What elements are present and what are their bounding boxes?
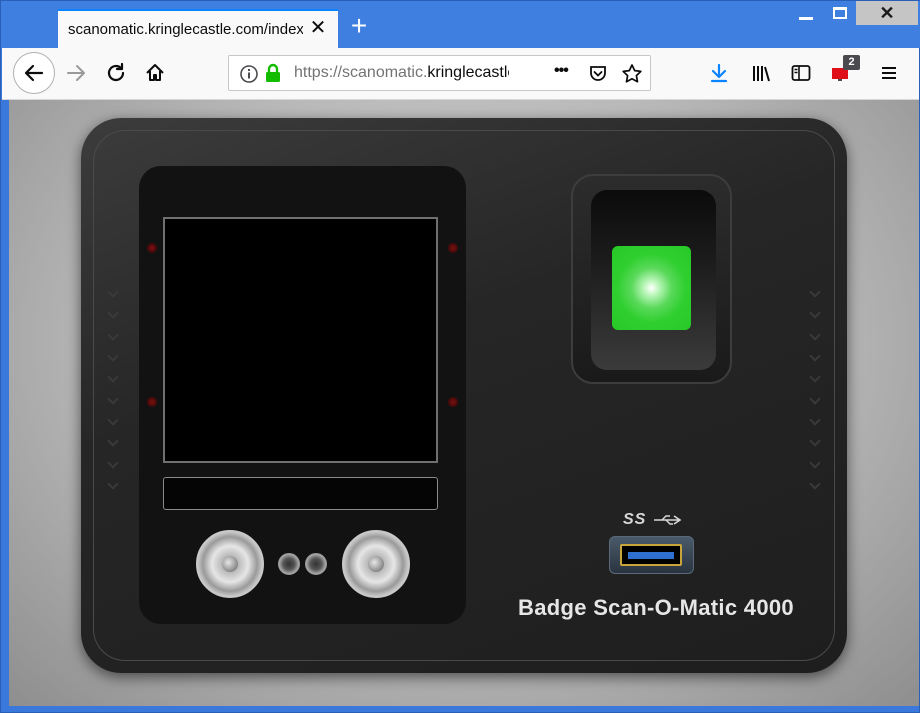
reload-icon (107, 62, 125, 82)
info-icon[interactable] (239, 64, 259, 84)
home-icon (146, 64, 164, 81)
url-prefix: https://scanomatic. (294, 64, 428, 81)
lock-icon[interactable] (264, 63, 282, 83)
forward-button[interactable] (59, 56, 93, 90)
usb-logo-text: SS (623, 511, 647, 528)
notification-count-badge: 2 (843, 55, 860, 70)
sidebar-button[interactable] (784, 56, 818, 90)
left-dial-button[interactable] (196, 530, 264, 598)
fingerprint-sensor[interactable] (612, 246, 691, 330)
usb-slot (620, 544, 682, 566)
small-button-left[interactable] (278, 553, 300, 575)
home-button[interactable] (138, 56, 172, 90)
reload-button[interactable] (99, 56, 133, 90)
usb-port[interactable] (609, 536, 694, 574)
forward-icon (67, 65, 85, 81)
library-icon (753, 66, 770, 82)
usb-superspeed-icon: SS (623, 511, 684, 529)
new-tab-button[interactable]: + (346, 12, 372, 40)
scanner-display-screen (163, 217, 438, 463)
tab-close-icon[interactable]: ✕ (308, 18, 328, 38)
led-indicator (448, 397, 458, 407)
maximize-icon (833, 7, 847, 19)
right-grip (809, 286, 821, 490)
download-icon (710, 63, 728, 83)
fingerprint-reader-housing (571, 174, 732, 384)
bookmark-star-icon[interactable] (621, 63, 643, 85)
scanner-message-bar (163, 477, 438, 510)
led-indicator (147, 243, 157, 253)
led-indicator (448, 243, 458, 253)
tab-scanomatic[interactable]: scanomatic.kringlecastle.com/index ✕ (58, 9, 338, 48)
tab-title: scanomatic.kringlecastle.com/index (68, 21, 303, 38)
downloads-button[interactable] (702, 56, 736, 90)
page-content: SS Badge Scan-O-Matic 4000 (9, 100, 919, 706)
sidebar-icon (791, 65, 811, 81)
url-host: kringlecastle.com/index.html (427, 64, 509, 81)
library-button[interactable] (744, 56, 778, 90)
url-text[interactable]: https://scanomatic.kringlecastle.com/ind… (294, 64, 509, 82)
back-icon (24, 64, 44, 82)
browser-window: scanomatic.kringlecastle.com/index ✕ + ✕… (0, 0, 920, 713)
device-label: Badge Scan-O-Matic 4000 (518, 595, 794, 620)
address-bar[interactable]: https://scanomatic.kringlecastle.com/ind… (228, 55, 651, 91)
right-dial-button[interactable] (342, 530, 410, 598)
usb-tongue (628, 552, 674, 559)
pocket-icon[interactable] (588, 64, 608, 84)
minimize-icon (799, 16, 813, 20)
back-button[interactable] (13, 52, 55, 94)
menu-button[interactable] (872, 56, 906, 90)
tab-strip: scanomatic.kringlecastle.com/index ✕ + ✕ (1, 1, 920, 48)
left-grip (107, 286, 119, 490)
navigation-toolbar: https://scanomatic.kringlecastle.com/ind… (2, 48, 919, 100)
small-button-right[interactable] (305, 553, 327, 575)
badge-scanner-device: SS Badge Scan-O-Matic 4000 (81, 118, 847, 673)
window-close-button[interactable]: ✕ (856, 1, 918, 25)
page-actions-icon[interactable]: ••• (554, 62, 569, 80)
camera-panel (139, 166, 466, 624)
menu-icon (882, 67, 896, 79)
led-indicator (147, 397, 157, 407)
